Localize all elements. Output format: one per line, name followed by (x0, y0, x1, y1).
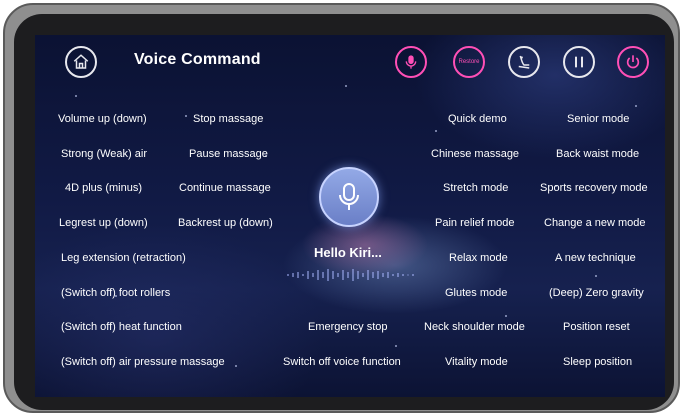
cmd-stop-massage[interactable]: Stop massage (193, 113, 263, 125)
cmd-sleep-position[interactable]: Sleep position (563, 356, 632, 368)
page-title: Voice Command (134, 51, 261, 68)
star (505, 315, 507, 317)
star (235, 365, 237, 367)
massage-chair-icon (518, 55, 530, 69)
cmd-senior[interactable]: Senior mode (567, 113, 629, 125)
cmd-pause-massage[interactable]: Pause massage (189, 148, 268, 160)
cmd-4d[interactable]: 4D plus (minus) (65, 182, 142, 194)
cmd-change-mode[interactable]: Change a new mode (544, 217, 646, 229)
star (345, 85, 347, 87)
cmd-backrest[interactable]: Backrest up (down) (178, 217, 273, 229)
pause-button[interactable] (563, 46, 595, 78)
cmd-legrest[interactable]: Legrest up (down) (59, 217, 148, 229)
cmd-leg-extension[interactable]: Leg extension (retraction) (61, 252, 186, 264)
star (635, 105, 637, 107)
cmd-volume[interactable]: Volume up (down) (58, 113, 147, 125)
microphone-icon (405, 55, 417, 69)
cmd-position-reset[interactable]: Position reset (563, 321, 630, 333)
cmd-sports-recovery[interactable]: Sports recovery mode (540, 182, 648, 194)
star (75, 95, 77, 97)
cmd-zero-gravity[interactable]: (Deep) Zero gravity (549, 287, 644, 299)
cmd-foot-rollers[interactable]: (Switch off) foot rollers (61, 287, 170, 299)
voice-waveform (287, 269, 414, 281)
cmd-air-strength[interactable]: Strong (Weak) air (61, 148, 147, 160)
cmd-neck-shoulder[interactable]: Neck shoulder mode (424, 321, 525, 333)
cmd-air-pressure[interactable]: (Switch off) air pressure massage (61, 356, 225, 368)
cmd-continue-massage[interactable]: Continue massage (179, 182, 271, 194)
cmd-voice-off[interactable]: Switch off voice function (283, 356, 401, 368)
chair-mode-button[interactable] (508, 46, 540, 78)
pause-icon (575, 56, 583, 68)
cmd-vitality[interactable]: Vitality mode (445, 356, 508, 368)
microphone-icon (339, 183, 359, 210)
cmd-new-technique[interactable]: A new technique (555, 252, 636, 264)
cmd-pain-relief[interactable]: Pain relief mode (435, 217, 515, 229)
cmd-heat[interactable]: (Switch off) heat function (61, 321, 182, 333)
star (395, 345, 397, 347)
cmd-stretch[interactable]: Stretch mode (443, 182, 508, 194)
star (435, 130, 437, 132)
voice-command-screen: Voice Command Restore Volume up (down) S… (35, 35, 665, 397)
voice-mic-button[interactable] (395, 46, 427, 78)
cmd-chinese-massage[interactable]: Chinese massage (431, 148, 519, 160)
assistant-greeting: Hello Kiri... (314, 245, 382, 260)
star (595, 275, 597, 277)
power-icon (626, 55, 640, 69)
home-button[interactable] (65, 46, 97, 78)
star (185, 115, 187, 117)
cmd-back-waist[interactable]: Back waist mode (556, 148, 639, 160)
assistant-mic-button[interactable] (319, 167, 379, 227)
cmd-glutes[interactable]: Glutes mode (445, 287, 507, 299)
cmd-quick-demo[interactable]: Quick demo (448, 113, 507, 125)
home-icon (73, 54, 89, 69)
cmd-relax[interactable]: Relax mode (449, 252, 508, 264)
power-button[interactable] (617, 46, 649, 78)
cmd-emergency-stop[interactable]: Emergency stop (308, 321, 387, 333)
restore-label: Restore (458, 59, 480, 65)
restore-button[interactable]: Restore (453, 46, 485, 78)
